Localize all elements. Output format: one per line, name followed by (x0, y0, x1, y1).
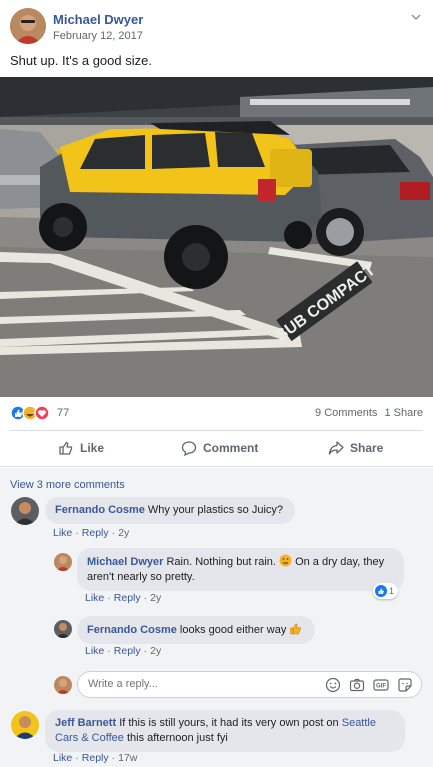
comment-text: this afternoon just fyi (126, 732, 228, 744)
comment-bubble: Michael Dwyer Rain. Nothing but rain. On… (77, 548, 404, 591)
gif-icon[interactable]: GIF (373, 677, 389, 693)
comment-like-link[interactable]: Like (53, 752, 72, 764)
comment-icon (181, 440, 197, 456)
comment-actions: Like · Reply · 2y (53, 527, 130, 539)
divider (0, 466, 433, 467)
like-button-label: Like (80, 441, 105, 455)
comment-reply-link[interactable]: Reply (82, 752, 109, 764)
comment-like-link[interactable]: Like (53, 527, 72, 539)
comment-actions: Like · Reply · 2y (85, 592, 162, 604)
shares-count[interactable]: 1 Share (384, 407, 423, 419)
comment-reply-link[interactable]: Reply (114, 645, 141, 657)
chevron-down-icon[interactable] (411, 12, 421, 24)
camera-icon[interactable] (349, 677, 365, 693)
commenter-avatar[interactable] (11, 711, 39, 739)
commenter-avatar[interactable] (54, 553, 72, 571)
comment-bubble: Fernando Cosme looks good either way (77, 616, 315, 644)
post-photo[interactable]: SUB COMPACT (0, 77, 433, 397)
sticker-icon[interactable] (397, 677, 413, 693)
comment-reaction-count: 1 (389, 586, 395, 596)
divider (10, 430, 423, 431)
comment-author[interactable]: Michael Dwyer (87, 556, 163, 568)
author-name[interactable]: Michael Dwyer (53, 12, 143, 27)
comment-actions: Like · Reply · 17w (53, 752, 138, 764)
reactions-count[interactable]: 77 (57, 407, 69, 419)
post-text: Shut up. It's a good size. (10, 53, 152, 68)
commenter-avatar[interactable] (54, 620, 72, 638)
comment-reply-link[interactable]: Reply (114, 592, 141, 604)
comment-reaction-badge[interactable]: 1 (373, 583, 399, 599)
post-header: Michael Dwyer February 12, 2017 (10, 8, 423, 44)
comment-like-link[interactable]: Like (85, 645, 104, 657)
emoji-picker-icon[interactable] (325, 677, 341, 693)
commenter-avatar[interactable] (11, 497, 39, 525)
view-more-comments-link[interactable]: View 3 more comments (10, 479, 125, 491)
thumbs-up-icon (58, 440, 74, 456)
comment-button-label: Comment (203, 441, 259, 455)
comment-text: Why your plastics so Juicy? (147, 504, 284, 516)
comment-time[interactable]: 2y (150, 645, 161, 657)
confounded-emoji-icon (279, 554, 292, 567)
share-icon (328, 440, 344, 456)
comment-time[interactable]: 17w (118, 752, 137, 764)
comment-button[interactable]: Comment (181, 440, 258, 456)
comment-time[interactable]: 2y (118, 527, 129, 539)
comments-count[interactable]: 9 Comments (315, 407, 377, 419)
post-stats: 77 9 Comments 1 Share (10, 405, 423, 423)
share-button[interactable]: Share (328, 440, 383, 456)
comment-time[interactable]: 2y (150, 592, 161, 604)
post-actions: Like Comment Share (10, 436, 423, 464)
comment-text: Rain. Nothing but rain. (166, 556, 276, 568)
comment-bubble: Jeff Barnett If this is still yours, it … (45, 710, 405, 752)
comment-author[interactable]: Fernando Cosme (87, 624, 177, 636)
comment-author[interactable]: Fernando Cosme (55, 504, 145, 516)
comment-like-link[interactable]: Like (85, 592, 104, 604)
comment-author[interactable]: Jeff Barnett (55, 717, 116, 729)
like-reaction-icon (375, 585, 387, 597)
post-date[interactable]: February 12, 2017 (53, 30, 143, 42)
reply-input[interactable] (88, 678, 288, 690)
svg-text:GIF: GIF (376, 684, 386, 690)
comment-actions: Like · Reply · 2y (85, 645, 162, 657)
like-button[interactable]: Like (58, 440, 104, 456)
share-button-label: Share (350, 441, 384, 455)
reply-box[interactable]: GIF (77, 671, 422, 698)
comment-reply-link[interactable]: Reply (82, 527, 109, 539)
author-avatar[interactable] (10, 8, 46, 44)
comment-text: looks good either way (179, 624, 287, 636)
comment-text: If this is still yours, it had its very … (119, 717, 339, 729)
reactions-summary[interactable] (10, 405, 62, 421)
thumbs-up-emoji-icon (289, 622, 302, 635)
current-user-avatar (54, 676, 72, 694)
comment-bubble: Fernando Cosme Why your plastics so Juic… (45, 497, 295, 524)
